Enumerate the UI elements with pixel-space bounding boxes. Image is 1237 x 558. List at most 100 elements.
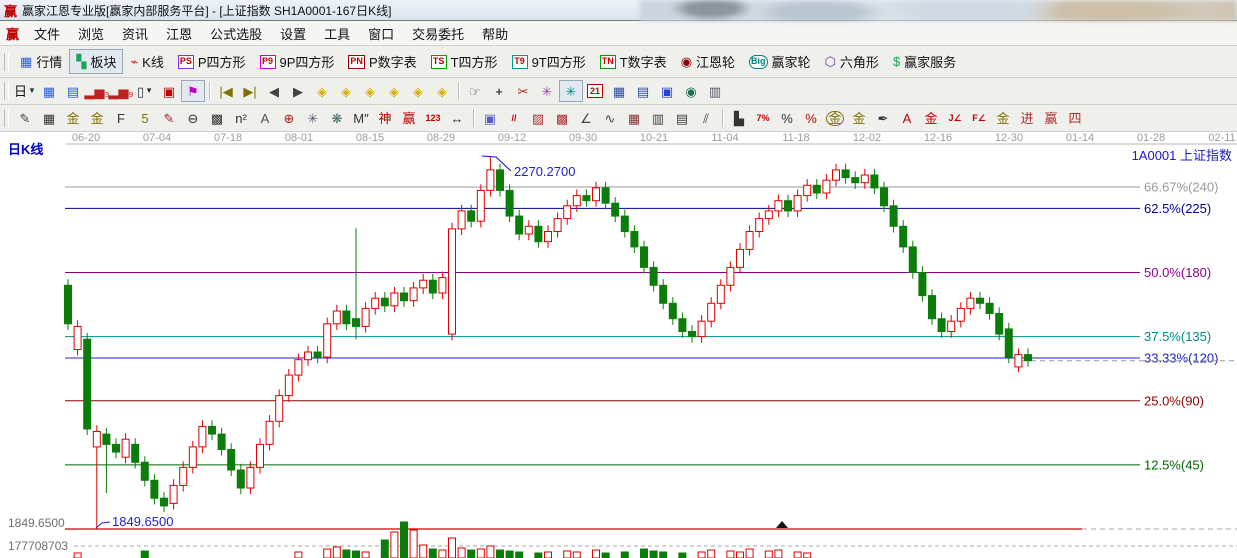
tool-icon-cut-line[interactable]: ✂ [511,80,535,102]
tool-icon-calendar[interactable]: 21 [583,80,607,102]
toolbar-button-kline[interactable]: ⌁K线 [123,49,171,74]
tool-icon-shen-tool[interactable]: 神 [373,107,397,129]
tool-icon-web-tool[interactable]: ✳ [559,80,583,102]
tool-icon-f-ruler[interactable]: F [109,107,133,129]
toolbar-button-winner-service[interactable]: $赢家服务 [886,49,963,74]
tool-icon-step-gauge[interactable]: ▙ [727,107,751,129]
menu-item-tools[interactable]: 工具 [315,22,359,45]
toolbar-button-quotes[interactable]: ▦行情 [13,49,69,74]
menu-item-browse[interactable]: 浏览 [69,22,113,45]
app-logo-icon: 赢 [4,1,17,20]
tool-icon-zoom-v-shrink[interactable]: ◈ [406,80,430,102]
tool-icon-hash-grid[interactable]: ▦ [37,107,61,129]
tool-icon-notes[interactable]: ▤ [631,80,655,102]
tool-icon-mini-chart-9[interactable]: ▂▅₉ [109,80,133,102]
toolbar-button-hexagon[interactable]: ⬡六角形 [818,49,886,74]
tool-icon-a-wave[interactable]: A [895,107,919,129]
tool-icon-nav-last[interactable]: ▶| [238,80,262,102]
tool-icon-window-layout[interactable]: ▦ [37,80,61,102]
tool-icon-gold-angle[interactable]: 金 [991,107,1015,129]
menu-item-trade-order[interactable]: 交易委托 [403,22,473,45]
tool-icon-zoom-left[interactable]: ◈ [310,80,334,102]
tool-icon-color-chart[interactable]: ⚑ [181,80,205,102]
tool-icon-mini-chart-3[interactable]: ▂▅₃ [85,80,109,102]
toolbar-button-winner-wheel[interactable]: Big赢家轮 [742,49,818,74]
tool-icon-ying-tool[interactable]: 赢 [397,107,421,129]
tool-icon-gold-gate-a[interactable]: 金 [61,107,85,129]
tool-icon-zoom-right[interactable]: ◈ [334,80,358,102]
tool-icon-ruler-123[interactable]: 123 [421,107,445,129]
tool-icon-percent[interactable]: % [775,107,799,129]
tool-icon-m-double[interactable]: M″ [349,107,373,129]
toolbar-button-9t-square[interactable]: T99T四方形 [505,49,593,74]
tool-icon-crosshair[interactable]: + [487,80,511,102]
toolbar-button-gann-wheel[interactable]: ◉江恩轮 [674,49,742,74]
tool-icon-angle-line[interactable]: ∠ [574,107,598,129]
tool-icon-purple-tool[interactable]: ✳ [535,80,559,102]
tool-icon-ink-pen[interactable]: ✒ [871,107,895,129]
tool-icon-ying-angle[interactable]: 赢 [1039,107,1063,129]
tool-icon-web-dense[interactable]: ❋ [325,107,349,129]
tool-icon-n-squared[interactable]: n² [229,107,253,129]
tool-icon-wave-line[interactable]: ∿ [598,107,622,129]
toolbar-button-9p-square[interactable]: P99P四方形 [253,49,342,74]
tool-icon-compass[interactable]: ⊕ [277,107,301,129]
toolbar-button-sectors[interactable]: ▚板块 [69,49,123,74]
tool-icon-web-fine[interactable]: ✳ [301,107,325,129]
toolbar-button-p-square[interactable]: PSP四方形 [171,49,253,74]
tool-icon-dense-grid[interactable]: ▩ [205,107,229,129]
toolbar-button-t-number-table[interactable]: TNT数字表 [593,49,674,74]
menu-item-gann[interactable]: 江恩 [157,22,201,45]
tool-icon-f-angle[interactable]: F∠ [967,107,991,129]
tool-icon-jin-angle[interactable]: 进 [1015,107,1039,129]
tool-icon-red-band[interactable]: ▣ [157,80,181,102]
toolbar-grip [4,109,9,127]
chart-plot-area[interactable] [65,146,1140,558]
menu-item-news[interactable]: 资讯 [113,22,157,45]
tool-icon-print[interactable]: ▥ [703,80,727,102]
tool-icon-four-angle[interactable]: 四 [1063,107,1087,129]
tool-icon-calculator[interactable]: ▦ [607,80,631,102]
tool-icon-gold-red[interactable]: 金 [919,107,943,129]
tool-icon-period-day[interactable]: 日▼ [13,80,37,102]
menu-item-window[interactable]: 窗口 [359,22,403,45]
tool-icon-width-arrow[interactable]: ↔ [445,107,469,129]
tool-icon-a-guide[interactable]: A [253,107,277,129]
toolbar-button-t-square[interactable]: TST四方形 [424,49,505,74]
tool-icon-five-spiral[interactable]: 5 [133,107,157,129]
tool-icon-zoom-v-expand[interactable]: ◈ [430,80,454,102]
tool-icon-export-globe[interactable]: ◉ [679,80,703,102]
tool-icon-nav-first[interactable]: |◀ [214,80,238,102]
tool-icon-grid-shade-b[interactable]: ▩ [550,107,574,129]
tool-icon-candle-style[interactable]: ▯▼ [133,80,157,102]
tool-icon-j-angle[interactable]: J∠ [943,107,967,129]
tool-icon-percent-7[interactable]: 7% [751,107,775,129]
menu-item-help[interactable]: 帮助 [473,22,517,45]
menu-item-settings[interactable]: 设置 [271,22,315,45]
tool-icon-box-select[interactable]: ▣ [478,107,502,129]
tool-icon-grid-fine[interactable]: ▦ [622,107,646,129]
tool-icon-grid-shade-a[interactable]: ▨ [526,107,550,129]
tool-icon-circle-candle[interactable]: ⊖ [181,107,205,129]
tool-icon-nav-prev[interactable]: ◀ [262,80,286,102]
kline-chart-canvas[interactable]: 06-2007-0407-1808-0108-1508-2909-1209-30… [0,132,1237,558]
tool-icon-gold-gate-b[interactable]: 金 [85,107,109,129]
tool-icon-zoom-h-expand[interactable]: ◈ [358,80,382,102]
tool-icon-nav-next[interactable]: ▶ [286,80,310,102]
tool-icon-zoom-h-shrink[interactable]: ◈ [382,80,406,102]
tool-icon-hand-tool[interactable]: ☞ [463,80,487,102]
tool-icon-grid-plain[interactable]: ▥ [646,107,670,129]
tool-icon-gold-line[interactable]: 金 [847,107,871,129]
tool-icon-percent-5[interactable]: % [799,107,823,129]
tool-icon-save[interactable]: ▣ [655,80,679,102]
tool-icon-pencil[interactable]: ✎ [13,107,37,129]
tool-icon-fan-lines[interactable]: // [502,107,526,129]
menu-item-file[interactable]: 文件 [25,22,69,45]
tool-icon-info-panel[interactable]: ▤ [61,80,85,102]
tool-icon-pencil-red[interactable]: ✎ [157,107,181,129]
tool-icon-grid-rows[interactable]: ▤ [670,107,694,129]
toolbar-button-p-number-table[interactable]: PNP数字表 [341,49,423,74]
tool-icon-gold-circle[interactable]: 金 [823,107,847,129]
tool-icon-slash-lines[interactable]: ⫽ [694,107,718,129]
menu-item-formula-stock-pick[interactable]: 公式选股 [201,22,271,45]
